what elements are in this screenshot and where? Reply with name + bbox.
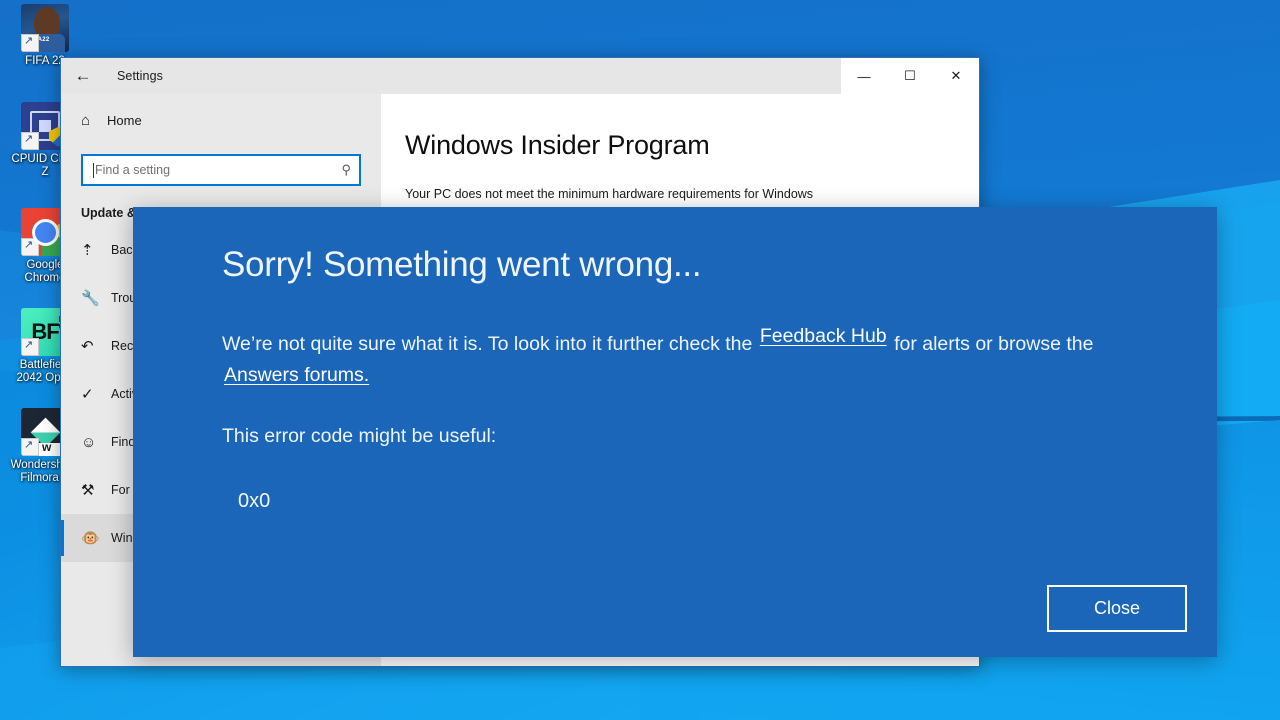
shortcut-overlay-icon — [21, 438, 39, 456]
recovery-icon: ↶ — [81, 338, 94, 355]
maximize-icon[interactable]: ☐ — [887, 58, 933, 94]
search-icon[interactable]: ⚲ — [341, 162, 351, 178]
desktop-icon-label: FIFA 22 — [25, 55, 65, 67]
settings-titlebar: ← Settings — ☐ ✕ — [61, 58, 979, 94]
back-arrow-icon[interactable]: ← — [61, 59, 105, 93]
backup-icon: ⇡ — [81, 242, 94, 259]
error-code-prompt: This error code might be useful: — [222, 425, 497, 447]
error-dialog-body: We’re not quite sure what it is. To look… — [222, 325, 1173, 403]
text-caret — [93, 162, 94, 178]
error-code-value: 0x0 — [238, 490, 271, 512]
feedback-hub-link[interactable]: Feedback Hub — [758, 325, 889, 347]
shortcut-overlay-icon — [21, 132, 39, 150]
sidebar-item-home[interactable]: ⌂ Home — [61, 100, 381, 140]
error-body-text-part2: for alerts or browse — [894, 333, 1061, 355]
search-input[interactable] — [95, 163, 342, 177]
answers-forums-link[interactable]: Answers forums. — [222, 364, 371, 386]
home-icon: ⌂ — [81, 111, 91, 129]
close-icon[interactable]: ✕ — [933, 58, 979, 94]
error-body-text-part1: We’re not quite sure what it is. To look… — [222, 333, 753, 355]
check-circle-icon: ✓ — [81, 386, 94, 403]
search-box[interactable]: ⚲ — [81, 154, 361, 186]
window-controls: — ☐ ✕ — [841, 58, 979, 94]
window-title: Settings — [117, 69, 163, 83]
search-container: ⚲ — [61, 140, 381, 186]
error-dialog: Sorry! Something went wrong... We’re not… — [133, 207, 1217, 657]
shortcut-overlay-icon — [21, 238, 39, 256]
wrench-icon: 🔧 — [81, 290, 100, 307]
shortcut-overlay-icon — [21, 34, 39, 52]
fifa-22-icon: FIFA22 — [21, 4, 69, 52]
person-pin-icon: ☺ — [81, 433, 97, 451]
insider-bug-icon: 🐵 — [81, 530, 100, 547]
sidebar-item-label: Home — [107, 112, 142, 128]
error-body-text-part3: the — [1066, 333, 1094, 355]
shortcut-overlay-icon — [21, 338, 39, 356]
tools-icon: ⚒ — [81, 482, 95, 499]
error-dialog-title: Sorry! Something went wrong... — [222, 245, 702, 284]
error-dialog-footer: Close — [1047, 585, 1187, 632]
minimize-icon[interactable]: — — [841, 58, 887, 94]
close-button[interactable]: Close — [1047, 585, 1187, 632]
page-title: Windows Insider Program — [405, 130, 710, 160]
